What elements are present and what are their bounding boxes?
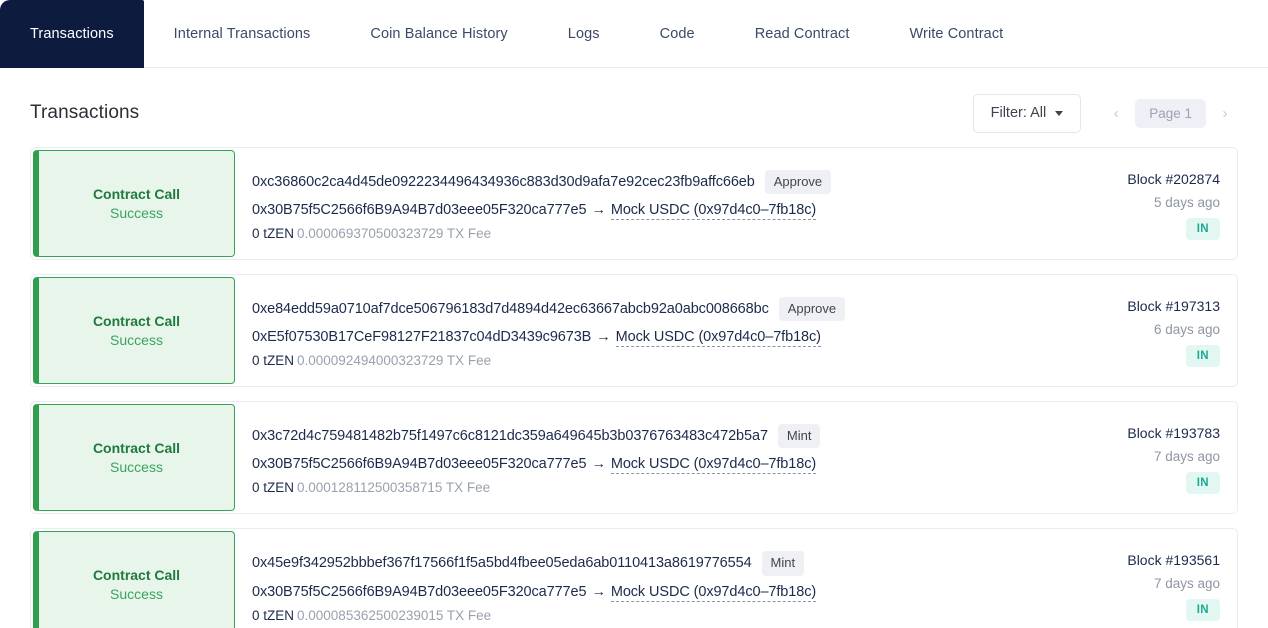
transaction-kind: Contract Call — [92, 185, 181, 202]
block-number-link[interactable]: Block #193783 — [1127, 425, 1220, 441]
transaction-age: 5 days ago — [1153, 194, 1220, 210]
transaction-details: 0xe84edd59a0710af7dce506796183d7d4894d42… — [235, 275, 1087, 386]
transaction-kind: Contract Call — [92, 312, 181, 329]
transaction-address-line: 0xE5f07530B17CeF98127F21837c04dD3439c967… — [252, 329, 1071, 347]
transaction-state: Success — [110, 204, 163, 221]
block-number-link[interactable]: Block #202874 — [1127, 171, 1220, 187]
block-number-link[interactable]: Block #197313 — [1127, 298, 1220, 314]
tab-logs[interactable]: Logs — [538, 0, 630, 68]
transaction-hash-link[interactable]: 0xe84edd59a0710af7dce506796183d7d4894d42… — [252, 301, 769, 317]
method-badge: Approve — [778, 296, 846, 321]
contract-tab-bar: Transactions Internal Transactions Coin Ba… — [0, 0, 1268, 68]
to-contract-link[interactable]: Mock USDC (0x97d4c0–7fb18c) — [610, 583, 816, 602]
transaction-age: 6 days ago — [1153, 321, 1220, 337]
block-number-link[interactable]: Block #193561 — [1127, 552, 1220, 568]
transaction-details: 0xc36860c2ca4d45de0922234496434936c883d3… — [235, 148, 1087, 259]
method-badge: Mint — [761, 551, 805, 576]
tab-read-contract[interactable]: Read Contract — [725, 0, 880, 68]
transaction-meta: Block #193783 7 days ago IN — [1087, 402, 1237, 513]
transaction-row[interactable]: Contract Call Success 0x45e9f342952bbbef36… — [30, 528, 1238, 628]
transaction-meta: Block #197313 6 days ago IN — [1087, 275, 1237, 386]
transaction-fee: 0.000092494000323729 TX Fee — [297, 353, 492, 368]
tab-write-contract[interactable]: Write Contract — [880, 0, 1034, 68]
direction-badge: IN — [1185, 472, 1220, 495]
status-badge: Contract Call Success — [33, 404, 235, 512]
transaction-value: 0 tZEN — [252, 225, 295, 241]
transaction-meta: Block #202874 5 days ago IN — [1087, 148, 1237, 259]
transaction-value: 0 tZEN — [252, 607, 295, 623]
arrow-right-icon: → — [591, 456, 606, 473]
transaction-hash-link[interactable]: 0xc36860c2ca4d45de0922234496434936c883d3… — [252, 174, 755, 190]
arrow-right-icon: → — [591, 201, 606, 218]
transaction-details: 0x3c72d4c759481482b75f1497c6c8121dc359a6… — [235, 402, 1087, 513]
method-badge: Mint — [777, 424, 821, 449]
filter-button[interactable]: Filter: All — [972, 94, 1082, 133]
page-title: Transactions — [30, 102, 140, 124]
chevron-right-icon[interactable]: › — [1212, 99, 1238, 127]
from-address-link[interactable]: 0xE5f07530B17CeF98127F21837c04dD3439c967… — [252, 329, 591, 345]
transaction-hash-link[interactable]: 0x3c72d4c759481482b75f1497c6c8121dc359a6… — [252, 428, 768, 444]
transaction-age: 7 days ago — [1153, 576, 1220, 592]
transaction-fee: 0.000069370500323729 TX Fee — [297, 225, 492, 241]
transaction-row[interactable]: Contract Call Success 0xc36860c2ca4d45de09… — [30, 146, 1238, 260]
tab-transactions[interactable]: Transactions — [0, 0, 144, 68]
transaction-hash-line: 0x3c72d4c759481482b75f1497c6c8121dc359a6… — [252, 424, 1071, 449]
direction-badge: IN — [1185, 344, 1220, 367]
to-contract-link[interactable]: Mock USDC (0x97d4c0–7fb18c) — [615, 329, 821, 347]
page-indicator[interactable]: Page 1 — [1135, 98, 1206, 128]
arrow-right-icon: → — [591, 583, 606, 600]
from-address-link[interactable]: 0x30B75f5C2566f6B9A94B7d03eee05F320ca777… — [252, 202, 587, 218]
transaction-address-line: 0x30B75f5C2566f6B9A94B7d03eee05F320ca777… — [252, 456, 1071, 475]
chevron-left-icon[interactable]: ‹ — [1103, 99, 1129, 127]
arrow-right-icon: → — [596, 329, 611, 345]
tab-code[interactable]: Code — [630, 0, 725, 68]
transaction-value-line: 0 tZEN 0.000092494000323729 TX Fee — [252, 353, 1071, 368]
transaction-hash-line: 0x45e9f342952bbbef367f17566f1f5a5bd4fbee… — [252, 551, 1071, 576]
transaction-address-line: 0x30B75f5C2566f6B9A94B7d03eee05F320ca777… — [252, 201, 1071, 220]
to-contract-link[interactable]: Mock USDC (0x97d4c0–7fb18c) — [610, 456, 816, 475]
transaction-hash-line: 0xc36860c2ca4d45de0922234496434936c883d3… — [252, 169, 1071, 194]
transaction-fee: 0.000085362500239015 TX Fee — [297, 607, 492, 623]
method-badge: Approve — [764, 169, 832, 194]
direction-badge: IN — [1185, 217, 1220, 240]
filter-button-label: Filter: All — [990, 105, 1047, 121]
to-contract-link[interactable]: Mock USDC (0x97d4c0–7fb18c) — [610, 201, 816, 220]
transaction-meta: Block #193561 7 days ago IN — [1087, 529, 1237, 628]
transaction-value: 0 tZEN — [252, 480, 295, 496]
transaction-age: 7 days ago — [1153, 449, 1220, 465]
transaction-kind: Contract Call — [92, 567, 181, 584]
transaction-row[interactable]: Contract Call Success 0xe84edd59a0710af7dc… — [30, 273, 1238, 387]
transaction-state: Success — [110, 331, 163, 348]
status-badge: Contract Call Success — [33, 149, 235, 257]
transaction-kind: Contract Call — [92, 440, 181, 457]
transaction-row[interactable]: Contract Call Success 0x3c72d4c759481482b7… — [30, 401, 1238, 515]
transaction-hash-link[interactable]: 0x45e9f342952bbbef367f17566f1f5a5bd4fbee… — [252, 555, 752, 571]
direction-badge: IN — [1185, 599, 1220, 622]
transaction-details: 0x45e9f342952bbbef367f17566f1f5a5bd4fbee… — [235, 529, 1087, 628]
status-badge: Contract Call Success — [33, 276, 235, 384]
tab-coin-balance-history[interactable]: Coin Balance History — [340, 0, 537, 68]
transaction-value-line: 0 tZEN 0.000069370500323729 TX Fee — [252, 226, 1071, 241]
chevron-down-icon — [1055, 110, 1064, 116]
transaction-value: 0 tZEN — [252, 353, 295, 368]
transaction-hash-line: 0xe84edd59a0710af7dce506796183d7d4894d42… — [252, 296, 1071, 321]
tab-internal-transactions[interactable]: Internal Transactions — [144, 0, 341, 68]
header-controls: Filter: All ‹ Page 1 › — [972, 94, 1238, 133]
transaction-state: Success — [110, 586, 163, 603]
transaction-value-line: 0 tZEN 0.000128112500358715 TX Fee — [252, 480, 1071, 495]
transaction-value-line: 0 tZEN 0.000085362500239015 TX Fee — [252, 608, 1071, 623]
from-address-link[interactable]: 0x30B75f5C2566f6B9A94B7d03eee05F320ca777… — [252, 584, 587, 600]
status-badge: Contract Call Success — [33, 531, 235, 628]
transaction-address-line: 0x30B75f5C2566f6B9A94B7d03eee05F320ca777… — [252, 583, 1071, 602]
pagination: ‹ Page 1 › — [1103, 98, 1238, 128]
transaction-fee: 0.000128112500358715 TX Fee — [297, 480, 491, 496]
transaction-state: Success — [110, 459, 163, 476]
from-address-link[interactable]: 0x30B75f5C2566f6B9A94B7d03eee05F320ca777… — [252, 456, 587, 472]
transaction-list: Contract Call Success 0xc36860c2ca4d45de09… — [0, 146, 1268, 628]
page-header: Transactions Filter: All ‹ Page 1 › — [0, 68, 1268, 147]
